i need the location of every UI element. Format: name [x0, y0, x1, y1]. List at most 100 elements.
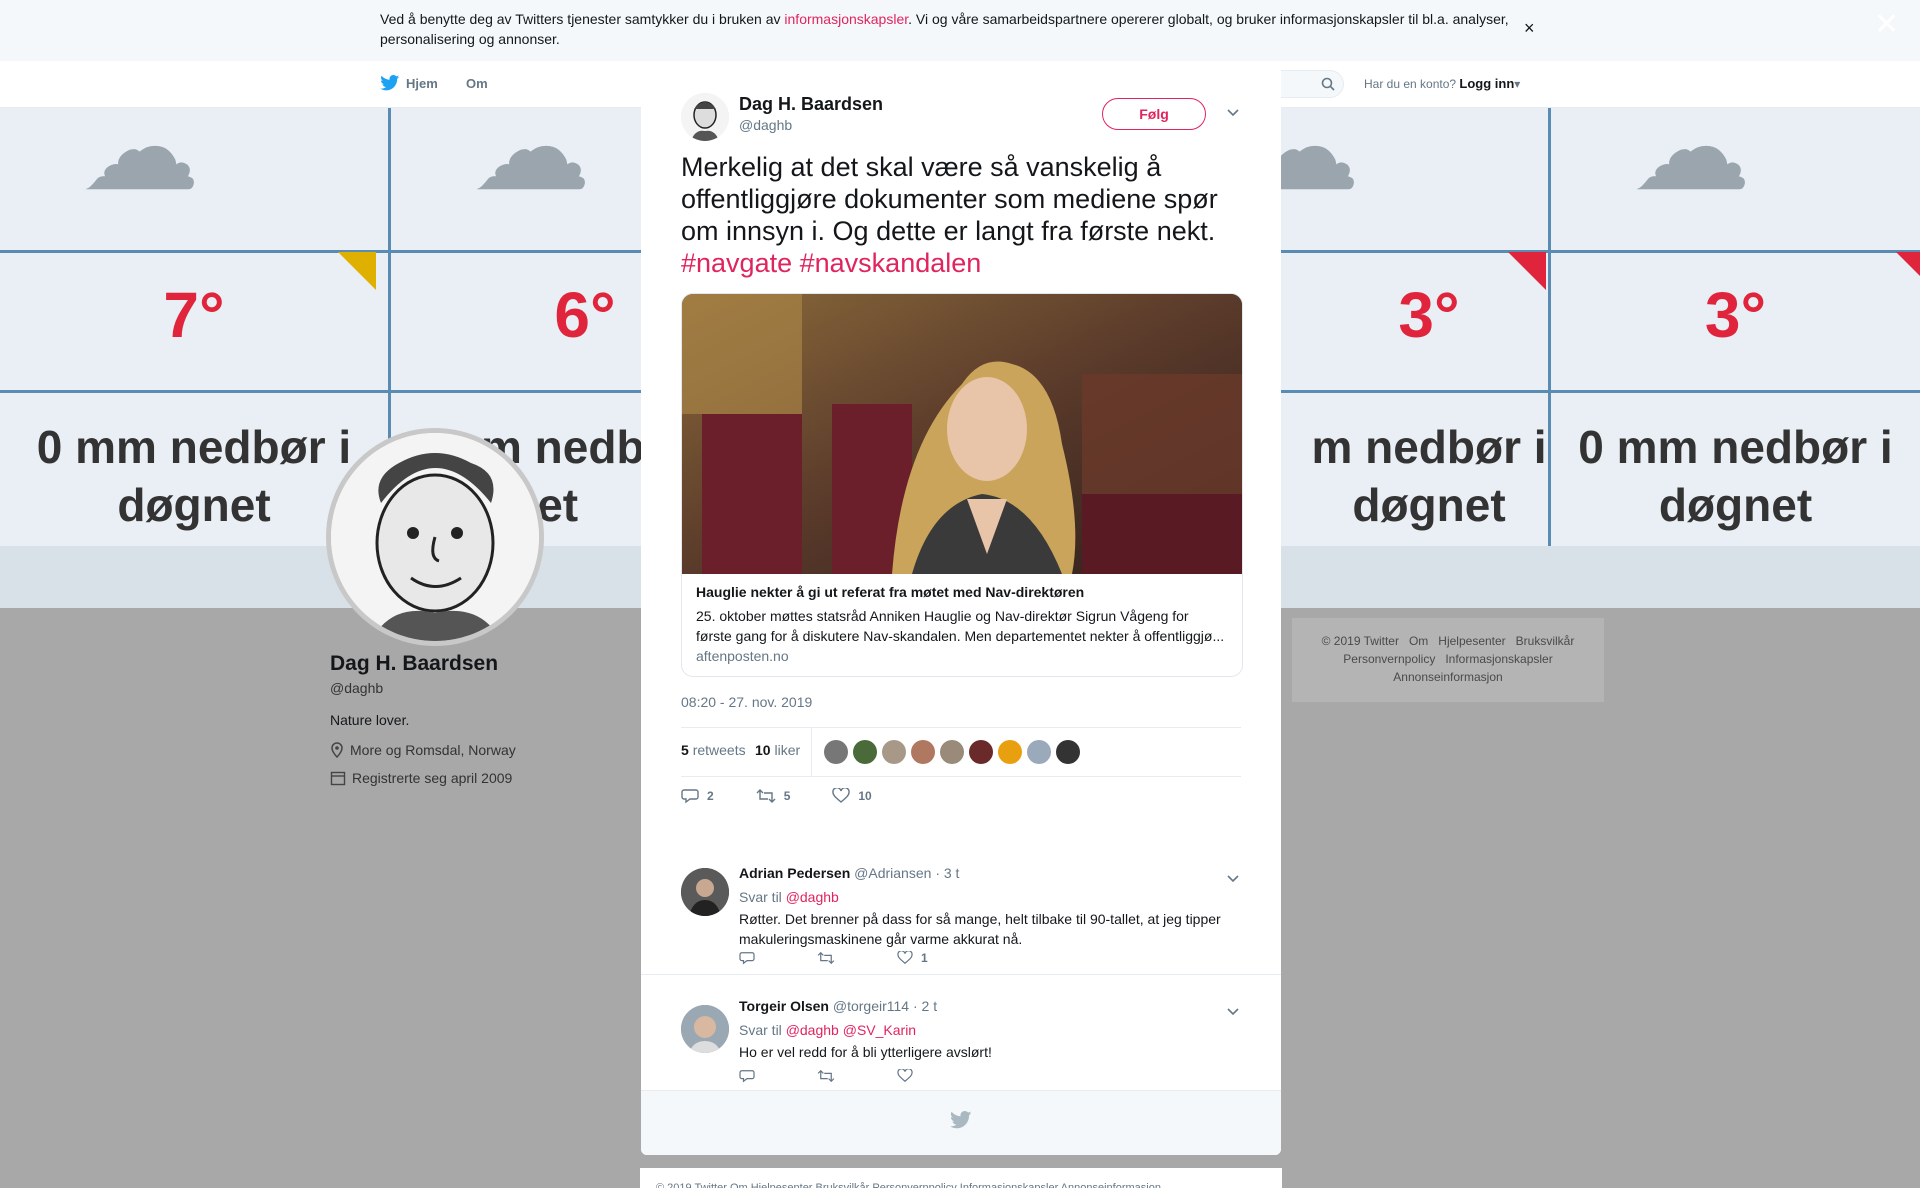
cookie-close-icon[interactable]: × [1524, 18, 1535, 39]
avatar[interactable] [940, 740, 964, 764]
reply-to: Svar til @daghb @SV_Karin [739, 1022, 916, 1038]
cookie-banner: Ved å benytte deg av Twitters tjenester … [0, 0, 1920, 61]
nav-about[interactable]: Om [466, 76, 488, 91]
tweet-author-name[interactable]: Dag H. Baardsen [739, 94, 883, 115]
avatar[interactable] [1056, 740, 1080, 764]
like-button[interactable]: 1 [897, 951, 928, 965]
footer-link[interactable]: Informasjonskapsler [1445, 652, 1552, 666]
chevron-down-icon[interactable] [1226, 105, 1240, 123]
retweet-icon [817, 1069, 835, 1083]
tweet-stats: 5 retweets 10 liker [681, 727, 1241, 777]
warning-flag [1508, 252, 1546, 290]
tweet-timestamp[interactable]: 08:20 - 27. nov. 2019 [681, 694, 812, 710]
tweet-author-handle[interactable]: @daghb [739, 117, 792, 133]
avatar[interactable] [681, 868, 729, 916]
caricature-avatar-image [681, 93, 729, 141]
location-text: More og Romsdal, Norway [350, 742, 516, 758]
profile-bio: Nature lover. [330, 712, 410, 728]
tweet-author-avatar[interactable] [681, 93, 729, 141]
close-icon[interactable]: ✕ [1874, 10, 1899, 40]
reply-time[interactable]: · 3 t [935, 865, 959, 881]
avatar[interactable] [969, 740, 993, 764]
modal-footer [641, 1091, 1281, 1155]
weather-column: ☁ 3° 0 mm nedbør i døgnet [1551, 108, 1920, 546]
follow-button[interactable]: Følg [1102, 98, 1206, 130]
footer-link[interactable]: Annonseinformasjon [1393, 670, 1502, 684]
retweet-icon [817, 951, 835, 965]
retweet-button[interactable] [817, 1069, 835, 1083]
like-label: liker [774, 742, 801, 758]
reply-time[interactable]: · 2 t [913, 998, 937, 1014]
cloud-icon: ☁ [1631, 108, 1751, 215]
cookie-text: Ved å benytte deg av Twitters tjenester … [380, 9, 1510, 49]
mention-link[interactable]: @daghb [786, 889, 839, 905]
retweet-button[interactable] [817, 951, 835, 965]
hashtag-link[interactable]: #navgate [681, 248, 792, 278]
profile-handle[interactable]: @daghb [330, 680, 383, 696]
divider [811, 728, 812, 776]
avatar[interactable] [882, 740, 906, 764]
footer-link[interactable]: Hjelpesenter [1438, 634, 1505, 648]
chevron-down-icon[interactable] [1226, 1004, 1240, 1022]
cookie-link[interactable]: informasjonskapsler [784, 11, 908, 27]
avatar[interactable] [681, 1005, 729, 1053]
weather-column: ☁ 7° 0 mm nedbør i døgnet [0, 108, 391, 546]
like-stat[interactable]: 10 liker [755, 742, 800, 758]
rain-line: 0 mm nedbør i [1578, 421, 1893, 473]
footer-link[interactable]: Bruksvilkår [1516, 634, 1575, 648]
reply-author-name[interactable]: Adrian Pedersen [739, 865, 850, 881]
retweet-stat[interactable]: 5 retweets [681, 742, 746, 758]
avatar[interactable] [853, 740, 877, 764]
grid-line [0, 390, 388, 393]
reply-icon [681, 789, 699, 804]
retweet-button[interactable]: 5 [756, 788, 791, 804]
reply-author-name[interactable]: Torgeir Olsen [739, 998, 829, 1014]
reply-icon [739, 1070, 755, 1083]
warning-flag [338, 252, 376, 290]
login-link[interactable]: Logg inn [1459, 76, 1514, 91]
hashtag-link[interactable]: #navskandalen [800, 248, 982, 278]
avatar[interactable] [911, 740, 935, 764]
rain-line: m nedbør i [1311, 421, 1547, 473]
reply-author-handle[interactable]: @Adriansen [854, 865, 931, 881]
reply-button[interactable] [739, 951, 755, 965]
reply-author-handle[interactable]: @torgeir114 [833, 998, 909, 1014]
side-footer: © 2019 Twitter Om Hjelpesenter Bruksvilkår … [1292, 618, 1604, 702]
reply-tweet[interactable]: Torgeir Olsen @torgeir114 · 2 t Svar til… [641, 975, 1281, 1091]
chevron-down-icon[interactable] [1226, 871, 1240, 889]
account-prompt: Har du en konto? Logg inn▾ [1364, 76, 1520, 91]
mention-link[interactable]: @daghb [786, 1022, 839, 1038]
retweet-count: 5 [783, 789, 791, 803]
reply-tweet[interactable]: Adrian Pedersen @Adriansen · 3 t Svar ti… [641, 841, 1281, 975]
cloud-icon: ☁ [80, 108, 200, 215]
reply-count: 2 [707, 789, 714, 803]
retweet-count: 5 [681, 742, 689, 758]
tweet-modal: Dag H. Baardsen @daghb Følg Merkelig at … [641, 61, 1281, 1155]
reply-button[interactable] [739, 1069, 755, 1083]
tweet-actions: 2 5 10 [681, 788, 914, 804]
twitter-bird-icon [950, 1111, 972, 1129]
reply-button[interactable]: 2 [681, 788, 714, 804]
avatar[interactable] [824, 740, 848, 764]
like-button[interactable] [897, 1069, 921, 1083]
temperature: 7° [163, 279, 225, 351]
retweet-icon [756, 789, 776, 803]
footer-link[interactable]: Personvernpolicy [1343, 652, 1435, 666]
card-title: Hauglie nekter å gi ut referat fra møtet… [696, 584, 1085, 600]
like-button[interactable]: 10 [832, 788, 872, 804]
avatar[interactable] [1027, 740, 1051, 764]
heart-icon [832, 788, 851, 803]
mention-link[interactable]: @SV_Karin [843, 1022, 916, 1038]
card-description: 25. oktober møttes statsråd Anniken Haug… [696, 608, 1225, 644]
profile-name[interactable]: Dag H. Baardsen [330, 652, 498, 676]
heart-icon [897, 951, 913, 965]
heart-icon [897, 1069, 913, 1083]
link-card[interactable]: Hauglie nekter å gi ut referat fra møtet… [681, 293, 1243, 677]
footer-link[interactable]: Om [1409, 634, 1428, 648]
grid-line [0, 250, 388, 253]
profile-avatar[interactable] [326, 428, 544, 646]
avatar[interactable] [998, 740, 1022, 764]
account-question: Har du en konto? [1364, 77, 1457, 91]
reply-to-label: Svar til [739, 1022, 782, 1038]
nav-home[interactable]: Hjem [380, 75, 438, 91]
